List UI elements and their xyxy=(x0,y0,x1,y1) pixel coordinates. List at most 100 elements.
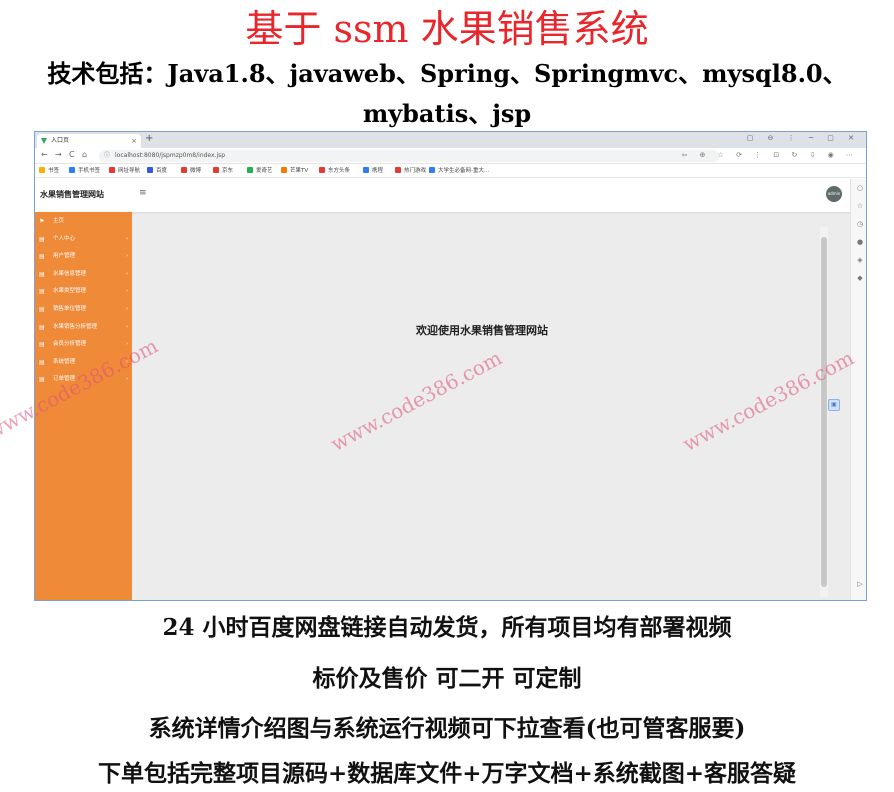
browser-tab[interactable]: 入口页 × xyxy=(37,134,141,148)
bookmark-item[interactable]: 网址导航 xyxy=(109,166,140,176)
avatar[interactable]: admin xyxy=(826,186,842,202)
footer-line-2: 标价及售价 可二开 可定制 xyxy=(312,665,582,692)
bookmark-item[interactable]: 大学生必备网-重大... xyxy=(429,166,489,176)
chevron-right-icon: › xyxy=(126,253,128,260)
side-rail-icon[interactable]: ☆ xyxy=(855,201,865,211)
bookmark-label: 网址导航 xyxy=(118,168,141,174)
footer-line-1: 24 小时百度网盘链接自动发货，所有项目均有部署视频 xyxy=(162,614,732,641)
scrollbar-thumb[interactable] xyxy=(821,237,827,587)
window-controls[interactable]: ▢ ⊖ ⋮ ─ ▢ ✕ xyxy=(747,134,860,142)
side-rail-icon[interactable]: ○ xyxy=(855,183,865,193)
list-icon: ▤ xyxy=(39,341,45,349)
url-input[interactable]: ⓘ localhost:8080/jspmzp0m8/index.jsp xyxy=(99,150,719,162)
bookmark-label: 芒果TV xyxy=(290,168,309,174)
list-icon: ▤ xyxy=(39,358,45,366)
close-tab-icon[interactable]: × xyxy=(131,134,137,148)
bookmark-label: 大学生必备网-重大... xyxy=(438,168,490,174)
sidebar-item[interactable]: ▤ 水果信息管理 › xyxy=(35,267,132,282)
sidebar-item-label: 水果信息管理 xyxy=(53,270,87,277)
chevron-right-icon: › xyxy=(126,235,128,242)
sidebar-item[interactable]: ▤ 个人中心 › xyxy=(35,232,132,247)
bookmark-label: 微博 xyxy=(190,168,202,174)
list-icon: ▤ xyxy=(39,306,45,313)
sidebar-item[interactable]: ▤ 销售单位管理 › xyxy=(35,302,132,317)
address-bar-row: ← → C ⌂ ⓘ localhost:8080/jspmzp0m8/index… xyxy=(35,148,866,164)
bookmark-label: 东方头条 xyxy=(328,168,351,174)
bookmarks-bar: 书签 手机书签 网址导航 百度 微博 京东 爱奇艺 芒果TV 东方头条 携程 热门游戏 大学生必备网-… xyxy=(35,164,866,178)
menu-toggle-icon[interactable]: ≡ xyxy=(139,188,147,198)
bookmark-icon xyxy=(69,167,75,173)
toolbar-icons[interactable]: ⇦ ⊕ ☆ ⟳ ⋮ ⊡ ↻ ⇩ ◉ ⋯ xyxy=(681,151,858,159)
bookmark-item[interactable]: 携程 xyxy=(363,166,383,176)
page-title: 基于 ssm 水果销售系统 xyxy=(245,7,649,51)
new-tab-button[interactable]: + xyxy=(145,133,153,144)
list-icon: ▤ xyxy=(39,323,45,331)
floating-tool-button[interactable]: ▣ xyxy=(828,399,840,411)
sidebar-item-label: 个人中心 xyxy=(53,235,76,242)
footer-line-3: 系统详情介绍图与系统运行视频可下拉查看(也可管客服要) xyxy=(148,715,746,742)
side-rail-icon[interactable]: ▷ xyxy=(855,579,865,589)
chevron-right-icon: › xyxy=(126,323,128,330)
bookmark-item[interactable]: 热门游戏 xyxy=(395,166,426,176)
site-favicon-icon xyxy=(41,138,47,144)
site-info-icon[interactable]: ⓘ xyxy=(104,150,110,162)
app-name: 水果销售管理网站 xyxy=(40,190,104,199)
bookmark-label: 手机书签 xyxy=(78,168,101,174)
footer-line-4: 下单包括完整项目源码+数据库文件+万字文档+系统截图+客服答疑 xyxy=(97,760,797,787)
bookmark-icon xyxy=(429,167,435,173)
bookmark-item[interactable]: 爱奇艺 xyxy=(247,166,273,176)
bookmark-icon xyxy=(319,167,325,173)
side-rail-icon[interactable]: ◷ xyxy=(855,219,865,229)
bookmark-item[interactable]: 京东 xyxy=(213,166,233,176)
bookmark-label: 京东 xyxy=(222,168,234,174)
app-header: 水果销售管理网站 ≡ admin xyxy=(35,179,850,212)
sidebar-item-label: 用户管理 xyxy=(53,253,76,260)
bookmark-item[interactable]: 书签 xyxy=(39,166,59,176)
sidebar-item-label: 销售单位管理 xyxy=(53,306,87,312)
list-icon: ▤ xyxy=(39,270,45,278)
chevron-right-icon: › xyxy=(126,270,128,277)
sidebar-item[interactable]: ▤ 用户管理 › xyxy=(35,249,132,264)
bookmark-icon xyxy=(213,167,219,173)
scrollbar[interactable] xyxy=(820,227,828,597)
bookmark-label: 爱奇艺 xyxy=(256,168,273,174)
chevron-right-icon: › xyxy=(126,306,128,312)
bookmark-icon xyxy=(39,167,45,173)
bookmark-label: 百度 xyxy=(156,168,168,174)
main-content: 欢迎使用水果销售管理网站 xyxy=(132,212,828,600)
bookmark-icon xyxy=(181,167,187,173)
bookmark-item[interactable]: 微博 xyxy=(181,166,201,176)
bookmark-item[interactable]: 百度 xyxy=(147,166,167,176)
sidebar-item-label: 会员分析管理 xyxy=(53,341,87,348)
sidebar-item[interactable]: ▤ 水果类型管理 › xyxy=(35,284,132,299)
bookmark-icon xyxy=(395,167,401,173)
welcome-message: 欢迎使用水果销售管理网站 xyxy=(416,324,548,337)
tech-stack-line-1: 技术包括：Java1.8、javaweb、Spring、Springmvc、my… xyxy=(47,59,847,88)
bookmark-item[interactable]: 手机书签 xyxy=(69,166,100,176)
bookmark-label: 书签 xyxy=(48,168,60,174)
sidebar-item-label: 水果销售分析管理 xyxy=(53,323,98,330)
sidebar-item-label: 主页 xyxy=(53,218,65,224)
sidebar-item[interactable]: ▤ 水果销售分析管理 › xyxy=(35,320,132,335)
sidebar-item[interactable]: ⚑ 主页 xyxy=(35,214,132,229)
bookmark-item[interactable]: 东方头条 xyxy=(319,166,350,176)
side-rail-icon[interactable]: ◆ xyxy=(855,273,865,283)
sidebar-item-label: 水果类型管理 xyxy=(53,288,87,295)
bookmark-label: 携程 xyxy=(372,168,384,174)
home-icon[interactable]: ⌂ xyxy=(82,150,87,159)
bookmark-icon xyxy=(281,167,287,173)
list-icon: ▤ xyxy=(39,376,45,384)
bookmark-item[interactable]: 芒果TV xyxy=(281,166,308,176)
back-icon[interactable]: ← xyxy=(41,150,48,159)
reload-icon[interactable]: C xyxy=(69,150,75,159)
bookmark-icon xyxy=(109,167,115,173)
tab-title: 入口页 xyxy=(51,137,70,144)
bookmark-icon xyxy=(247,167,253,173)
side-rail-icon[interactable]: ◈ xyxy=(855,255,865,265)
list-icon: ▤ xyxy=(39,253,45,261)
side-rail-icon[interactable]: ● xyxy=(855,237,865,247)
forward-icon[interactable]: → xyxy=(55,150,62,159)
bookmark-icon xyxy=(147,167,153,173)
list-icon: ▤ xyxy=(39,235,45,243)
flag-icon: ⚑ xyxy=(39,218,45,225)
